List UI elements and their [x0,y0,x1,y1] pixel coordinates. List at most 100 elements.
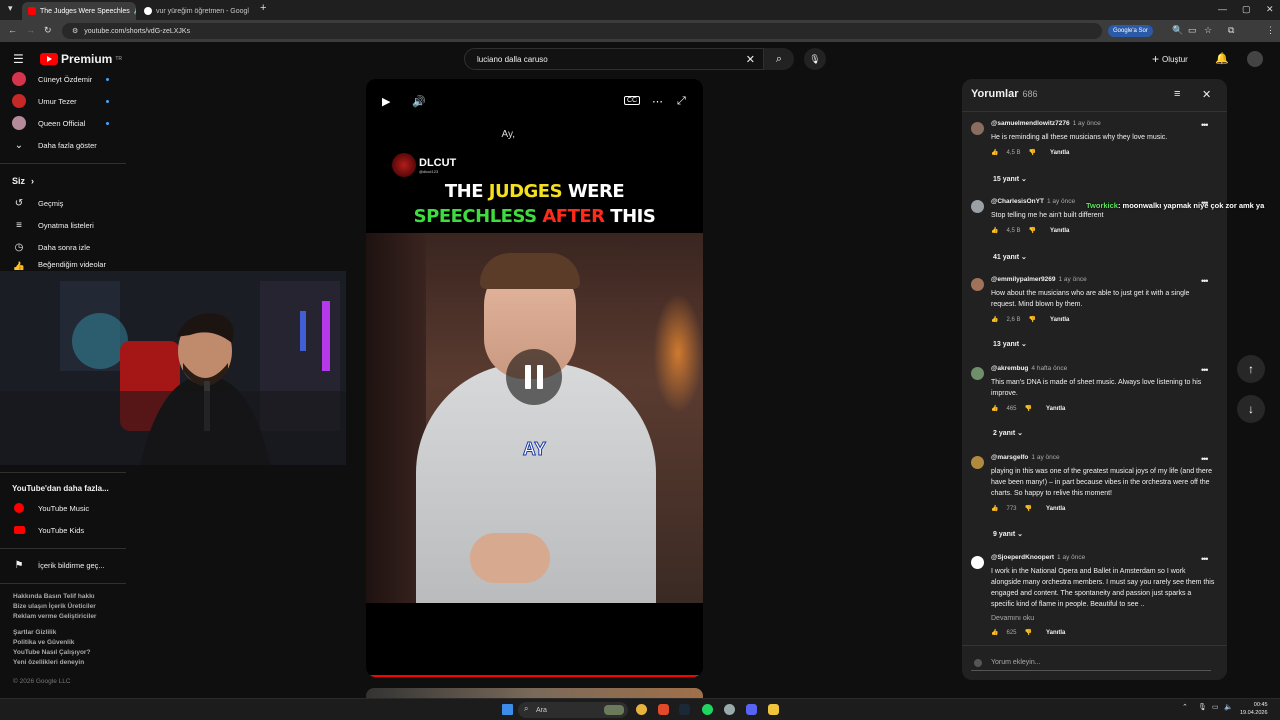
comment-more-icon[interactable]: ••• [1201,454,1209,464]
captions-icon[interactable]: CC [624,96,641,105]
replies-toggle[interactable]: 9 yanıt ⌄ [993,530,1023,538]
extensions-icon[interactable]: ⧉ [1228,25,1234,36]
more-options-icon[interactable]: ⋯ [652,95,663,108]
file-explorer-icon[interactable] [768,704,779,715]
reload-icon[interactable]: ↻ [44,25,52,36]
bookmark-star-icon[interactable]: ☆ [1204,25,1212,36]
sidebar-item-youtube-music[interactable]: YouTube Music [12,499,89,517]
discord-icon[interactable] [746,704,757,715]
hamburger-menu-icon[interactable]: ☰ [13,52,24,66]
like-icon[interactable]: 👍 [991,405,998,412]
tray-chevron-icon[interactable]: ⌃ [1182,703,1188,711]
clear-search-icon[interactable]: ✕ [746,53,755,66]
brave-icon[interactable] [658,704,669,715]
like-icon[interactable]: 👍 [991,316,998,323]
sidebar-item-youtube-kids[interactable]: YouTube Kids [12,521,84,539]
voice-search-button[interactable]: 🎙 [804,48,826,70]
like-icon[interactable]: 👍 [991,149,998,156]
dislike-icon[interactable]: 👎 [1029,316,1036,323]
browser-menu-icon[interactable]: ⋮ [1266,25,1275,36]
reply-button[interactable]: Yanıtla [1050,150,1069,156]
volume-tray-icon[interactable]: 🔈 [1224,703,1233,711]
comment-author[interactable]: @emmilypalmer9269 [991,276,1056,283]
play-icon[interactable]: ▶ [382,95,390,108]
fullscreen-icon[interactable]: ⤢ [677,95,686,108]
steam-icon[interactable] [679,704,690,715]
footer-links[interactable]: Bize ulaşın İçerik Üreticiler [13,602,96,612]
zoom-icon[interactable]: 🔍 [1172,25,1183,36]
search-input[interactable]: luciano dalla caruso ✕ [464,48,764,70]
tab-close-icon[interactable]: ✕ [253,7,254,15]
replies-toggle[interactable]: 15 yanıt ⌄ [993,175,1027,183]
footer-links[interactable]: Reklam verme Geliştiriciler [13,612,96,622]
dislike-icon[interactable]: 👎 [1029,149,1036,156]
comment-author[interactable]: @marsgelfo [991,454,1028,461]
forward-icon[interactable]: → [26,25,35,35]
browser-tab-google[interactable]: vur yüreğim öğretmen - Googl ✕ [138,2,254,20]
site-info-icon[interactable]: ⚙ [72,27,78,35]
reply-button[interactable]: Yanıtla [1046,630,1065,636]
commenter-avatar[interactable] [971,278,984,291]
mic-tray-icon[interactable]: 🎙 [1198,703,1207,711]
maximize-icon[interactable]: ▢ [1242,4,1251,15]
sidebar-item-subscription[interactable]: Umur Tezer [12,92,77,110]
back-icon[interactable]: ← [8,25,17,35]
minimize-icon[interactable]: — [1218,4,1227,14]
comment-more-icon[interactable]: ••• [1201,554,1209,564]
pause-button[interactable] [506,349,562,405]
add-comment-input[interactable]: Yorum ekleyin... [971,655,1211,671]
like-icon[interactable]: 👍 [991,227,998,234]
google-ask-button[interactable]: Google'a Sor [1108,25,1153,37]
taskbar-search[interactable]: ⌕ Ara [518,702,628,718]
replies-toggle[interactable]: 13 yanıt ⌄ [993,340,1027,348]
spotify-icon[interactable] [702,704,713,715]
app-icon[interactable] [724,704,735,715]
footer-links[interactable]: Yeni özellikleri deneyin [13,658,84,668]
shorts-video-player[interactable]: ▶ 🔊 CC ⋯ ⤢ Ay, DLCUT @dlcut123 THE JUDGE… [366,79,703,677]
sidebar-you-header[interactable]: Siz › [12,172,34,190]
sidebar-item-subscription[interactable]: Cüneyt Özdemir [12,70,92,88]
next-short-preview[interactable] [366,688,703,698]
comment-more-icon[interactable]: ••• [1201,365,1209,375]
account-avatar[interactable] [1247,51,1263,67]
search-button[interactable]: ⌕ [764,48,794,70]
sidebar-item-report[interactable]: ⚑ İçerik bildirme geç... [12,556,105,574]
footer-links[interactable]: Hakkında Basın Telif hakkı [13,592,95,602]
reply-button[interactable]: Yanıtla [1046,506,1065,512]
create-button[interactable]: + Oluştur [1152,50,1188,68]
comment-author[interactable]: @akrembug [991,365,1028,372]
comment-author[interactable]: @samuelmendlowitz7276 [991,120,1070,127]
comment-author[interactable]: @SjoeperdKnoopert [991,554,1054,561]
new-tab-icon[interactable]: + [260,2,266,14]
youtube-premium-logo[interactable]: Premium TR [40,52,122,66]
sidebar-item-subscription[interactable]: Queen Official [12,114,85,132]
url-bar[interactable]: ⚙ youtube.com/shorts/vdG-zeLXJKs [62,23,1102,39]
read-more-link[interactable]: Devamını oku [991,613,1215,624]
commenter-avatar[interactable] [971,456,984,469]
sidebar-item-playlists[interactable]: ≡ Oynatma listeleri [12,216,94,234]
replies-toggle[interactable]: 2 yanıt ⌄ [993,429,1023,437]
footer-links[interactable]: YouTube Nasıl Çalışıyor? [13,648,90,658]
speaker-icon[interactable]: 🔊 [134,7,136,15]
browser-tab-youtube[interactable]: The Judges Were Speechles 🔊 ✕ [22,2,136,20]
commenter-avatar[interactable] [971,556,984,569]
reply-button[interactable]: Yanıtla [1050,228,1069,234]
comment-more-icon[interactable]: ••• [1201,120,1209,130]
sidebar-item-watch-later[interactable]: ◷ Daha sonra izle [12,238,91,256]
taskbar-clock[interactable]: 00:45 19.04.2026 [1240,701,1268,717]
dislike-icon[interactable]: 👎 [1025,629,1032,636]
dislike-icon[interactable]: 👎 [1025,505,1032,512]
cast-icon[interactable]: ▭ [1188,25,1197,36]
next-short-button[interactable]: ↓ [1237,395,1265,423]
like-icon[interactable]: 👍 [991,629,998,636]
notifications-bell-icon[interactable]: 🔔 [1215,52,1229,65]
dislike-icon[interactable]: 👎 [1025,405,1032,412]
sidebar-item-liked[interactable]: 👍 Beğendiğim videolar [12,260,106,270]
replies-toggle[interactable]: 41 yanıt ⌄ [993,253,1027,261]
previous-short-button[interactable]: ↑ [1237,355,1265,383]
tab-search-icon[interactable]: ▾ [8,3,13,14]
commenter-avatar[interactable] [971,122,984,135]
volume-icon[interactable]: 🔊 [412,95,426,108]
reply-button[interactable]: Yanıtla [1046,406,1065,412]
close-icon[interactable]: ✕ [1202,88,1211,101]
